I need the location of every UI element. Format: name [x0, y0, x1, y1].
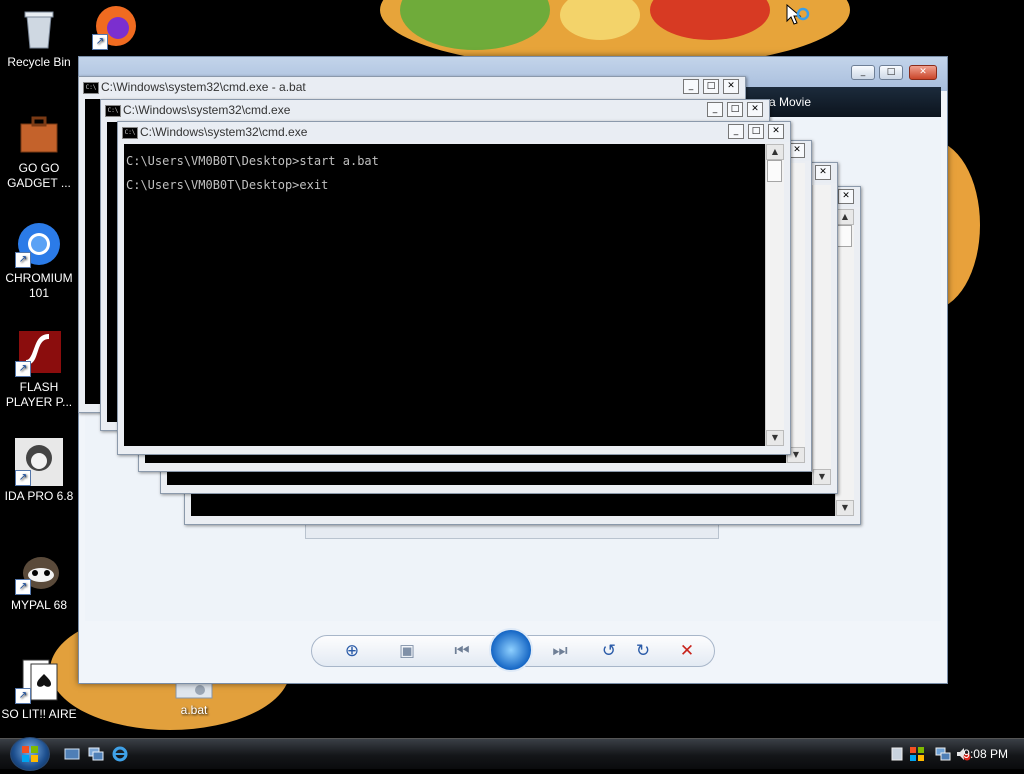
rotate-cw-button[interactable]: ↻	[630, 636, 656, 666]
taskbar-clock[interactable]: 9:08 PM	[963, 747, 1008, 761]
taskbar: 9:08 PM	[0, 737, 1024, 771]
switch-windows-icon[interactable]	[88, 746, 104, 761]
console-scrollbar[interactable]: ▲ ▼	[765, 144, 784, 446]
maximize-button[interactable]: □	[748, 124, 764, 139]
maximize-button[interactable]: □	[703, 79, 719, 94]
cmd-titlebar[interactable]: C:\ C:\Windows\system32\cmd.exe _ □ ✕	[118, 122, 790, 142]
delete-button[interactable]: ✕	[672, 636, 702, 666]
recycle-bin-icon	[15, 4, 63, 52]
firefox-icon: ↗	[92, 2, 140, 50]
windows-logo-icon	[22, 746, 38, 762]
fit-window-button[interactable]: ▣	[392, 636, 422, 666]
next-button[interactable]: ⏭	[540, 636, 580, 666]
internet-explorer-icon[interactable]	[112, 746, 128, 762]
desktop-icon-solitaire[interactable]: ↗ SO LIT!! AIRE	[1, 656, 77, 722]
shortcut-arrow-icon: ↗	[15, 252, 31, 268]
scroll-down-icon[interactable]: ▼	[766, 430, 784, 446]
window-title: C:\Windows\system32\cmd.exe - a.bat	[101, 80, 306, 94]
cmd-window-active: C:\ C:\Windows\system32\cmd.exe _ □ ✕ C:\U…	[117, 121, 791, 455]
console-line: C:\Users\VM0B0T\Desktop>exit	[126, 178, 329, 192]
photo-viewer-window-buttons: _ □ ✕	[851, 65, 941, 81]
desktop-icon-flash-player[interactable]: ↗ FLASH PLAYER P...	[1, 329, 77, 410]
tray-device-icon[interactable]	[889, 746, 905, 766]
window-title: C:\Windows\system32\cmd.exe	[140, 125, 308, 139]
mouse-cursor-icon	[786, 3, 810, 34]
shortcut-arrow-icon: ↗	[15, 579, 31, 595]
minimize-button[interactable]: _	[683, 79, 699, 94]
ida-icon: ↗	[15, 438, 63, 486]
photo-controls-bar: ⊕ ▣ ⏮ ⏭ ↺ ↻ ✕	[311, 628, 715, 672]
show-desktop-icon[interactable]	[64, 746, 80, 760]
desktop-icon-recycle-bin[interactable]: Recycle Bin	[1, 4, 77, 70]
console-scrollbar[interactable]: ▼	[812, 185, 831, 485]
desktop-icon-a-bat[interactable]: a.bat	[156, 680, 232, 718]
scroll-up-icon[interactable]: ▲	[766, 144, 784, 160]
scroll-thumb[interactable]	[767, 160, 782, 182]
desktop-icon-go-go-gadget[interactable]: GO GO GADGET ...	[1, 110, 77, 191]
desktop-icon-firefox[interactable]: ↗	[78, 2, 154, 53]
close-button[interactable]: ✕	[838, 189, 854, 204]
desktop-icon-label: GO GO GADGET ...	[7, 161, 71, 190]
shortcut-arrow-icon: ↗	[15, 470, 31, 486]
photo-maximize-button[interactable]: □	[879, 65, 903, 80]
console-app-icon: C:\	[122, 127, 138, 139]
photo-minimize-button[interactable]: _	[851, 65, 875, 80]
tray-security-icon[interactable]	[909, 746, 925, 766]
desktop-icon-label: SO LIT!! AIRE	[1, 707, 77, 721]
console-app-icon: C:\	[105, 105, 121, 117]
scroll-up-icon[interactable]: ▲	[836, 209, 854, 225]
rotate-ccw-button[interactable]: ↺	[596, 636, 622, 666]
raccoon-icon: ↗	[15, 547, 63, 595]
scroll-thumb[interactable]	[837, 225, 852, 247]
scroll-down-icon[interactable]: ▼	[813, 469, 831, 485]
chromium-icon: ↗	[15, 220, 63, 268]
desktop-icon-mypal[interactable]: ↗ MYPAL 68	[1, 547, 77, 613]
tray-network-icon[interactable]	[935, 746, 951, 766]
shortcut-arrow-icon: ↗	[15, 361, 31, 377]
shortcut-arrow-icon: ↗	[92, 34, 108, 50]
desktop-icon-label: Recycle Bin	[7, 55, 71, 69]
make-movie-menu[interactable]: a Movie	[769, 95, 811, 109]
zoom-button[interactable]: ⊕	[332, 636, 372, 666]
desktop-icon-label: FLASH PLAYER P...	[5, 380, 73, 409]
photo-close-button[interactable]: ✕	[909, 65, 937, 80]
flash-icon: ↗	[15, 329, 63, 377]
desktop-icon-chromium[interactable]: ↗ CHROMIUM 101	[1, 220, 77, 301]
window-title: C:\Windows\system32\cmd.exe	[123, 103, 291, 117]
desktop-icon-ida-pro[interactable]: ↗ IDA PRO 6.8	[1, 438, 77, 504]
console-app-icon: C:\	[83, 82, 99, 94]
minimize-button[interactable]: _	[728, 124, 744, 139]
slideshow-button[interactable]	[489, 628, 533, 672]
system-tray: 9:08 PM	[869, 739, 1024, 769]
cmd-titlebar[interactable]: C:\ C:\Windows\system32\cmd.exe - a.bat …	[79, 77, 745, 97]
maximize-button[interactable]: □	[727, 102, 743, 117]
console-area[interactable]: C:\Users\VM0B0T\Desktop>start a.bat C:\U…	[124, 144, 766, 446]
shortcut-arrow-icon: ↗	[15, 688, 31, 704]
close-button[interactable]: ✕	[815, 165, 831, 180]
console-line: C:\Users\VM0B0T\Desktop>start a.bat	[126, 154, 379, 168]
desktop-icon-label: CHROMIUM 101	[5, 271, 73, 300]
start-button[interactable]	[10, 737, 50, 771]
briefcase-icon	[15, 110, 63, 158]
close-button[interactable]: ✕	[747, 102, 763, 117]
close-button[interactable]: ✕	[789, 143, 805, 158]
previous-button[interactable]: ⏮	[442, 636, 482, 666]
desktop-icon-label: IDA PRO 6.8	[4, 489, 74, 503]
cards-icon: ↗	[15, 656, 63, 704]
desktop-icon-label: MYPAL 68	[10, 598, 68, 612]
desktop-icon-label: a.bat	[180, 703, 208, 717]
cmd-titlebar[interactable]: C:\ C:\Windows\system32\cmd.exe _ □ ✕	[101, 100, 769, 120]
close-button[interactable]: ✕	[723, 79, 739, 94]
close-button[interactable]: ✕	[768, 124, 784, 139]
minimize-button[interactable]: _	[707, 102, 723, 117]
scroll-down-icon[interactable]: ▼	[836, 500, 854, 516]
